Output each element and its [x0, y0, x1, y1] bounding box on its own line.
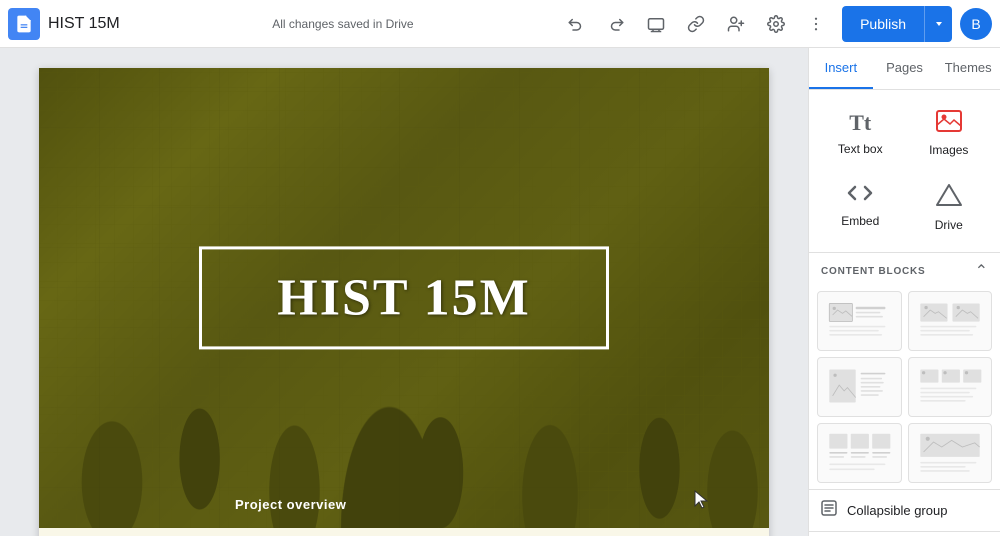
publish-button[interactable]: Publish [842, 6, 924, 42]
undo-button[interactable] [558, 6, 594, 42]
collapsible-group-label: Collapsible group [847, 503, 947, 518]
redo-button[interactable] [598, 6, 634, 42]
header: HIST 15M All changes saved in Drive [0, 0, 1000, 48]
content-block-6[interactable] [908, 423, 993, 483]
embed-icon [846, 183, 874, 208]
insert-drive-label: Drive [935, 218, 963, 232]
insert-images-label: Images [929, 143, 968, 157]
collapsible-icon [821, 500, 837, 521]
insert-text-box-label: Text box [838, 142, 883, 156]
publish-group: Publish [842, 6, 952, 42]
drive-icon [935, 183, 963, 212]
publish-dropdown-button[interactable] [924, 6, 952, 42]
insert-images[interactable]: Images [906, 98, 993, 169]
text-box-icon: Tt [849, 110, 871, 136]
content-blocks-title: CONTENT BLOCKS [821, 266, 926, 277]
insert-embed-label: Embed [841, 214, 879, 228]
content-block-2[interactable] [908, 291, 993, 351]
page-canvas: HIST 15M Project overview [39, 68, 769, 536]
link-button[interactable] [678, 6, 714, 42]
header-actions: Publish B [558, 6, 992, 42]
document-title: HIST 15M [48, 15, 120, 33]
insert-text-box[interactable]: Tt Text box [817, 98, 904, 169]
insert-grid: Tt Text box Images [809, 90, 1000, 252]
avatar[interactable]: B [960, 8, 992, 40]
content-block-4[interactable] [908, 357, 993, 417]
blocks-grid [809, 285, 1000, 489]
insert-drive[interactable]: Drive [906, 171, 993, 244]
images-icon [936, 110, 962, 137]
content-blocks-toggle[interactable]: ⌃ [975, 261, 988, 281]
content-block-5[interactable] [817, 423, 902, 483]
content-block-1[interactable] [817, 291, 902, 351]
right-panel: Insert Pages Themes Tt Text box Im [808, 48, 1000, 536]
collapsible-group-row[interactable]: Collapsible group [809, 489, 1000, 531]
add-person-button[interactable] [718, 6, 754, 42]
save-status: All changes saved in Drive [136, 17, 550, 31]
tab-themes[interactable]: Themes [936, 48, 1000, 89]
main-area: HIST 15M Project overview Insert Pages T… [0, 48, 1000, 536]
title-box[interactable]: HIST 15M [199, 246, 609, 349]
insert-embed[interactable]: Embed [817, 171, 904, 244]
preview-button[interactable] [638, 6, 674, 42]
more-button[interactable] [798, 6, 834, 42]
hero-title: HIST 15M [277, 269, 530, 326]
canvas-area[interactable]: HIST 15M Project overview [0, 48, 808, 536]
project-overview-label: Project overview [235, 497, 346, 512]
hero-section: HIST 15M Project overview [39, 68, 769, 528]
tab-insert[interactable]: Insert [809, 48, 873, 89]
content-block-3[interactable] [817, 357, 902, 417]
settings-button[interactable] [758, 6, 794, 42]
tab-pages[interactable]: Pages [873, 48, 937, 89]
app-logo[interactable] [8, 8, 40, 40]
table-of-contents-row[interactable]: Table of contents [809, 531, 1000, 536]
content-blocks-header: CONTENT BLOCKS ⌃ [809, 252, 1000, 285]
panel-tabs: Insert Pages Themes [809, 48, 1000, 90]
